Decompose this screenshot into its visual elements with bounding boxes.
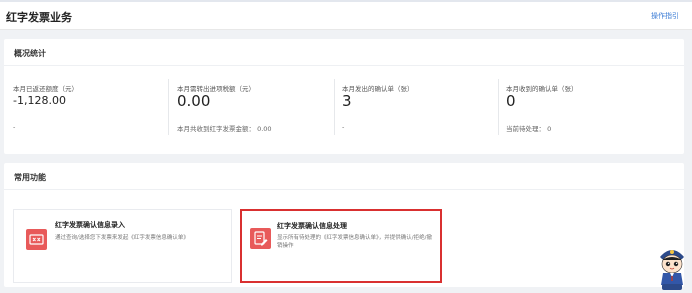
red-invoice-process-card[interactable]: 红字发票确认信息处理 显示所有待处理的《红字发票信息确认单》，并提供确认/拒绝/… xyxy=(240,209,442,283)
overview-title: 概况统计 xyxy=(14,49,46,58)
help-guide-link[interactable]: 操作指引 xyxy=(651,11,679,21)
functions-title: 常用功能 xyxy=(14,173,46,182)
func-desc: 显示所有待处理的《红字发票信息确认单》，并提供确认/拒绝/撤销操作 xyxy=(277,235,432,249)
func-title: 红字发票确认信息处理 xyxy=(277,222,347,230)
func-desc: 通过查询/选择您下发票来发起《红字发票信息确认单》 xyxy=(55,235,189,241)
stat-label: 本月发出的确认单（张） xyxy=(342,85,414,93)
stat-value: 3 xyxy=(342,92,352,110)
invoice-entry-icon xyxy=(26,229,47,250)
red-invoice-entry-card[interactable]: 红字发票确认信息录入 通过查询/选择您下发票来发起《红字发票信息确认单》 xyxy=(13,209,232,283)
stat-value: 0.00 xyxy=(177,92,211,110)
stat-note: - xyxy=(13,123,16,131)
common-functions-card: 常用功能 红字发票确认信息录入 通过查询/选择您下发票来发起《红字发票信息确认单… xyxy=(4,163,684,287)
stat-note: 当前待处理： 0 xyxy=(506,125,552,133)
stat-separator xyxy=(498,79,499,135)
func-title: 红字发票确认信息录入 xyxy=(55,221,125,229)
stat-value: 0 xyxy=(506,92,516,110)
page-header: 红字发票业务 操作指引 xyxy=(0,2,692,30)
card-divider xyxy=(4,65,684,66)
stat-label: 本月已返还额度（元） xyxy=(13,85,78,93)
page-title: 红字发票业务 xyxy=(6,11,72,24)
stat-value: -1,128.00 xyxy=(13,94,66,107)
stat-separator xyxy=(334,79,335,135)
document-edit-icon xyxy=(250,228,271,249)
assistant-mascot[interactable] xyxy=(655,243,689,291)
stat-note: 本月共收到红字发票金额： 0.00 xyxy=(177,125,272,133)
stat-separator xyxy=(168,79,169,135)
stat-label: 本月收到的确认单（张） xyxy=(506,85,578,93)
card-divider xyxy=(4,189,684,190)
overview-card: 概况统计 本月已返还额度（元） -1,128.00 - 本月需转出进项税额（元）… xyxy=(4,39,684,154)
stat-note: - xyxy=(342,123,345,131)
